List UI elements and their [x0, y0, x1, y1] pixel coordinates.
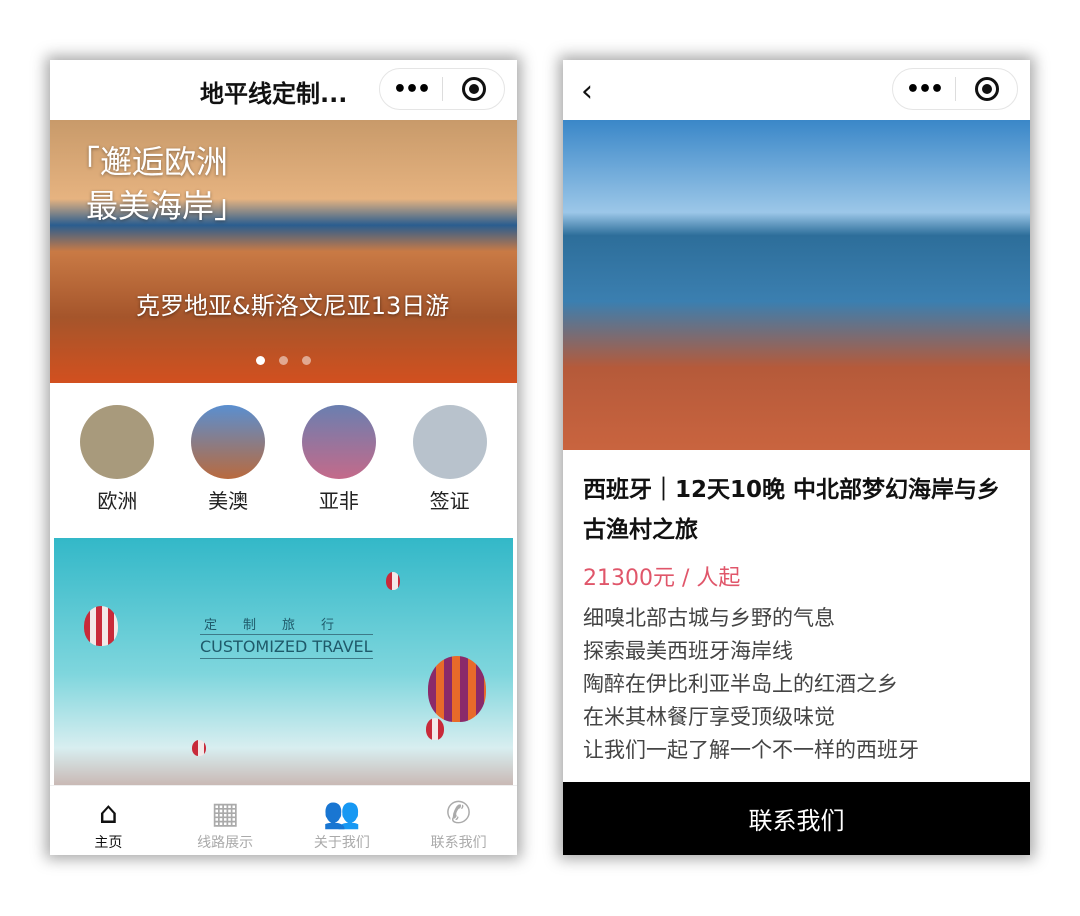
tab-bar: ⌂ 主页 ▦ 线路展示 👥 关于我们 ✆ 联系我们	[50, 785, 517, 855]
nav-bar: 地平线定制... •••	[50, 60, 517, 120]
desert-image	[191, 405, 266, 479]
category-label: 亚非	[318, 489, 359, 513]
more-button[interactable]: •••	[893, 77, 955, 102]
balloon-icon	[192, 740, 206, 756]
dot[interactable]	[279, 356, 288, 365]
headline-line: 最美海岸」	[86, 187, 247, 225]
visa-image	[412, 405, 487, 479]
category-america-australia[interactable]: 美澳	[188, 405, 268, 538]
coastal-town-photo	[563, 120, 1030, 450]
desc-line: 在米其林餐厅享受顶级味觉	[583, 705, 835, 729]
desc-line: 细嗅北部古城与乡野的气息	[583, 606, 835, 630]
nav-bar: ‹ •••	[563, 60, 1030, 120]
tour-title: 西班牙｜12天10晚 中北部梦幻海岸与乡古渔村之旅	[583, 477, 1001, 543]
desc-line: 陶醉在伊比利亚半岛上的红酒之乡	[583, 672, 898, 696]
category-label: 美澳	[208, 489, 249, 513]
banner-carousel[interactable]: 「邂逅欧洲最美海岸」 克罗地亚&斯洛文尼亚13日游	[50, 120, 517, 383]
record-icon	[461, 77, 486, 101]
category-label: 签证	[429, 489, 470, 513]
tab-contact[interactable]: ✆ 联系我们	[400, 786, 517, 855]
tour-price: 21300元 / 人起	[583, 566, 741, 591]
tour-description: 细嗅北部古城与乡野的气息 探索最美西班牙海岸线 陶醉在伊比利亚半岛上的红酒之乡 …	[563, 592, 1030, 767]
tab-label: 主页	[94, 835, 123, 851]
tab-label: 线路展示	[197, 835, 254, 851]
back-icon[interactable]: ‹	[581, 74, 593, 109]
category-asia-africa[interactable]: 亚非	[299, 405, 379, 538]
home-icon: ⌂	[98, 796, 118, 831]
tab-routes[interactable]: ▦ 线路展示	[167, 786, 284, 855]
contact-us-button[interactable]: 联系我们	[563, 782, 1030, 855]
record-icon	[974, 77, 999, 101]
headline-line: 「邂逅欧洲	[68, 143, 229, 181]
balloon-icon	[428, 656, 486, 722]
dot[interactable]	[302, 356, 311, 365]
mini-program-capsule: •••	[379, 68, 505, 110]
home-screen: 地平线定制... ••• 「邂逅欧洲最美海岸」 克罗地亚&斯洛文尼亚13日游 欧…	[50, 60, 517, 855]
colosseum-image	[80, 405, 155, 479]
tab-label: 联系我们	[430, 835, 487, 851]
carousel-dots	[256, 356, 311, 365]
mini-program-capsule: •••	[892, 68, 1018, 110]
category-list: 欧洲 美澳 亚非 签证	[50, 383, 517, 538]
category-visa[interactable]: 签证	[410, 405, 490, 538]
dot[interactable]	[256, 356, 265, 365]
page-title: 地平线定制...	[200, 80, 348, 108]
castle-image	[301, 405, 376, 479]
balloon-icon	[386, 572, 400, 590]
desc-line: 让我们一起了解一个不一样的西班牙	[583, 738, 919, 762]
custom-travel-banner[interactable]: 定制旅行 CUSTOMIZED TRAVEL	[54, 538, 513, 785]
tab-label: 关于我们	[313, 835, 370, 851]
tab-home[interactable]: ⌂ 主页	[50, 786, 167, 855]
more-button[interactable]: •••	[380, 77, 442, 102]
detail-screen: ‹ ••• 西班牙｜12天10晚 中北部梦幻海岸与乡古渔村之旅 21300元 /…	[563, 60, 1030, 855]
desc-line: 探索最美西班牙海岸线	[583, 639, 793, 663]
banner-subtitle: 克罗地亚&斯洛文尼亚13日游	[136, 292, 450, 320]
close-button[interactable]	[956, 77, 1017, 101]
category-label: 欧洲	[97, 489, 138, 513]
close-button[interactable]	[443, 77, 504, 101]
tab-about[interactable]: 👥 关于我们	[284, 786, 401, 855]
grid-icon: ▦	[210, 796, 240, 831]
users-icon: 👥	[323, 796, 361, 831]
balloon-icon	[84, 606, 118, 646]
promo-title-cn: 定制旅行	[204, 618, 361, 633]
banner-headline: 「邂逅欧洲最美海岸」	[68, 140, 246, 228]
balloon-icon	[426, 718, 444, 740]
promo-title-en: CUSTOMIZED TRAVEL	[200, 634, 373, 659]
category-europe[interactable]: 欧洲	[77, 405, 157, 538]
phone-icon: ✆	[446, 796, 472, 831]
